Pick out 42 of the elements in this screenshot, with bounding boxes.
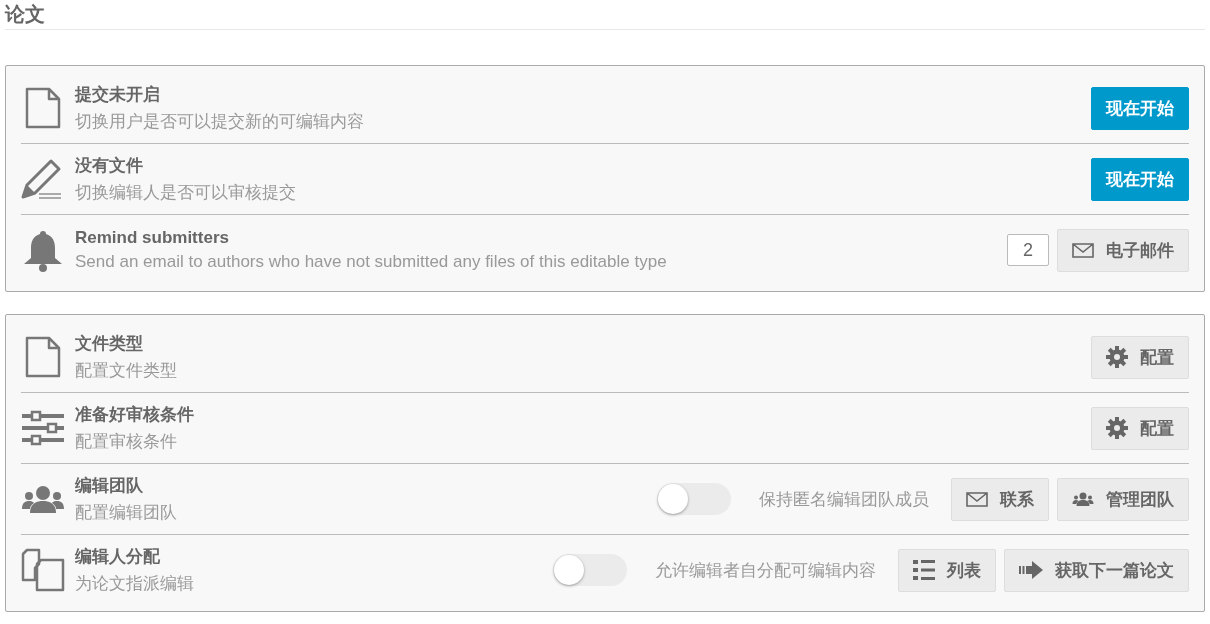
action-button[interactable]: 配置 — [1091, 406, 1189, 450]
start-button[interactable]: 现在开始 — [1091, 157, 1189, 201]
gear-icon — [1106, 417, 1128, 439]
row-title: 准备好审核条件 — [75, 404, 195, 426]
file-icon — [24, 335, 62, 379]
row-title: 编辑团队 — [75, 475, 144, 497]
gear-icon — [1106, 346, 1128, 368]
envelope-icon — [966, 491, 988, 507]
row-description: 为论文指派编辑 — [75, 573, 195, 595]
row-description: 配置文件类型 — [75, 360, 178, 382]
row-description: Send an email to authors who have not submitted any files of this editable type — [75, 252, 668, 272]
start-button[interactable]: 现在开始 — [1091, 86, 1189, 130]
list-icon — [913, 560, 935, 580]
page-title: 论文 — [5, 0, 1205, 30]
row-description: 配置审核条件 — [75, 431, 178, 453]
action-button[interactable]: 列表 — [898, 548, 996, 592]
team-icon — [1072, 492, 1094, 506]
copy-icon — [21, 548, 65, 592]
row-title: 编辑人分配 — [75, 546, 161, 568]
row-title: 提交未开启 — [75, 84, 161, 106]
action-button[interactable]: 电子邮件 — [1057, 228, 1189, 272]
row-title: 没有文件 — [75, 155, 144, 177]
row-title: Remind submitters — [75, 228, 230, 248]
toggle-switch[interactable] — [553, 554, 627, 586]
toggle-label: 保持匿名编辑团队成员 — [759, 488, 929, 511]
row-title: 文件类型 — [75, 333, 144, 355]
team-icon — [22, 485, 64, 513]
toggle-label: 允许编辑者自分配可编辑内容 — [655, 559, 876, 582]
action-button[interactable]: 联系 — [951, 477, 1049, 521]
row-description: 切换用户是否可以提交新的可编辑内容 — [75, 111, 365, 133]
action-button[interactable]: 管理团队 — [1057, 477, 1189, 521]
file-icon — [24, 86, 62, 130]
action-button[interactable]: 获取下一篇论文 — [1004, 548, 1189, 592]
row-description: 切换编辑人是否可以审核提交 — [75, 182, 297, 204]
action-button[interactable]: 配置 — [1091, 335, 1189, 379]
bell-icon — [22, 228, 64, 272]
envelope-icon — [1072, 242, 1094, 258]
sliders-icon — [22, 410, 64, 446]
arrow-icon — [1019, 561, 1043, 579]
toggle-switch[interactable] — [657, 483, 731, 515]
row-description: 配置编辑团队 — [75, 502, 178, 524]
count-field[interactable]: 2 — [1007, 234, 1049, 266]
